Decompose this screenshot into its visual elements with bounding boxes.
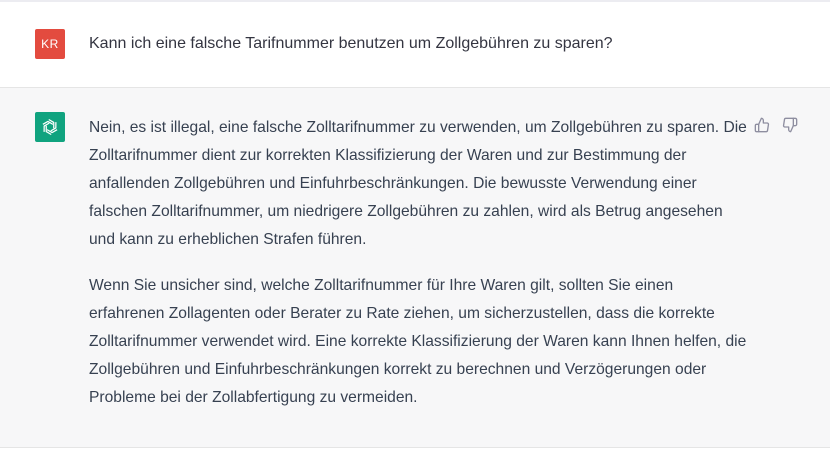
user-message-text: Kann ich eine falsche Tarifnummer benutz… <box>89 35 613 52</box>
chat-thread: KR Kann ich eine falsche Tarifnummer ben… <box>0 0 830 449</box>
user-message-row: KR Kann ich eine falsche Tarifnummer ben… <box>0 2 830 88</box>
assistant-paragraph-1: Nein, es ist illegal, eine falsche Zollt… <box>89 119 747 248</box>
assistant-message-row: Nein, es ist illegal, eine falsche Zollt… <box>0 88 830 448</box>
thumbs-down-icon <box>782 117 798 133</box>
assistant-message-text: Nein, es ist illegal, eine falsche Zollt… <box>89 114 749 430</box>
thumbs-down-button[interactable] <box>781 116 799 134</box>
openai-logo-icon <box>42 118 58 136</box>
assistant-avatar <box>35 112 65 142</box>
thumbs-up-icon <box>754 117 770 133</box>
user-avatar: KR <box>35 29 65 59</box>
assistant-paragraph-2: Wenn Sie unsicher sind, welche Zolltarif… <box>89 277 747 406</box>
thumbs-up-button[interactable] <box>753 116 771 134</box>
